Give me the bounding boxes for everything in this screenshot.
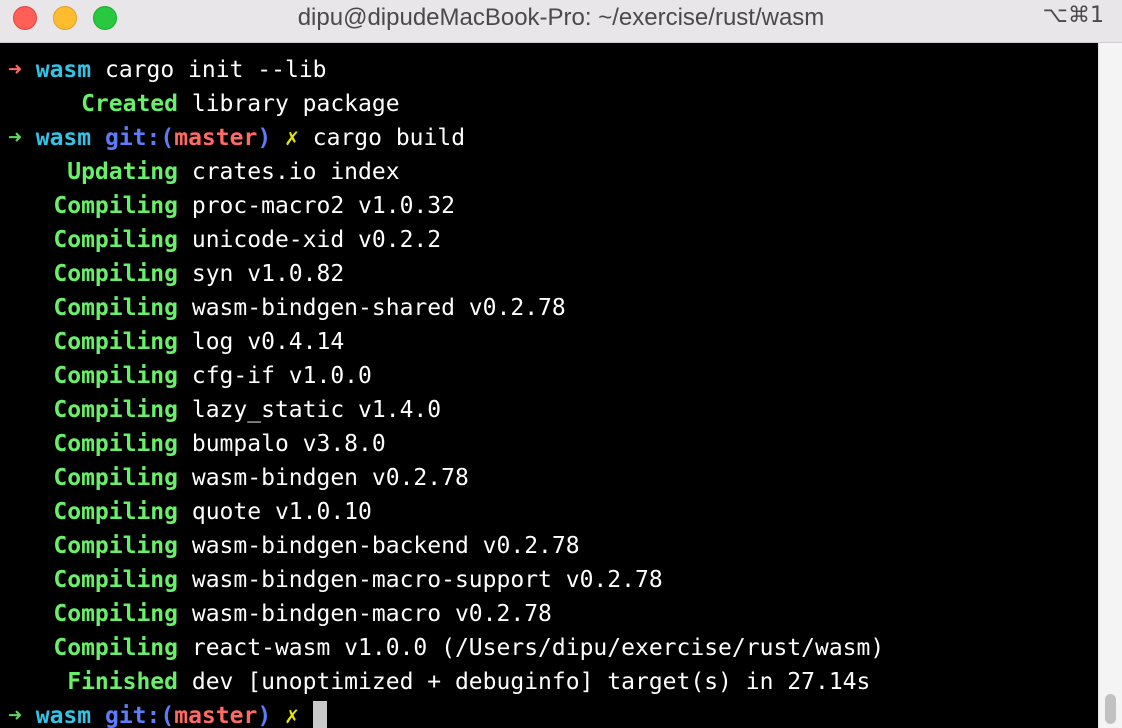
- output-status: Compiling: [53, 397, 178, 423]
- dirty-mark: ✗: [285, 125, 299, 151]
- output-text: unicode-xid v0.2.2: [191, 227, 442, 253]
- prompt-cwd: wasm: [35, 703, 92, 728]
- output-line: Compiling proc-macro2 v1.0.32: [8, 189, 455, 223]
- output-status: Compiling: [53, 295, 178, 321]
- output-text: quote v1.0.10: [191, 499, 372, 525]
- command-text: cargo build: [312, 125, 466, 151]
- terminal-output[interactable]: ➜ wasm cargo init --lib Created library …: [0, 43, 1098, 728]
- git-close: ): [257, 703, 272, 728]
- prompt-cwd: wasm: [35, 57, 92, 83]
- output-status: Compiling: [53, 635, 178, 661]
- output-line: Compiling bumpalo v3.8.0: [8, 427, 386, 461]
- output-text: syn v1.0.82: [191, 261, 345, 287]
- dirty-mark: ✗: [285, 703, 299, 728]
- vertical-scrollbar[interactable]: [1098, 43, 1122, 728]
- output-status: Compiling: [53, 567, 178, 593]
- output-status: Updating: [67, 159, 178, 185]
- output-text: dev [unoptimized + debuginfo] target(s) …: [191, 669, 871, 695]
- window-shortcut: ⌥⌘1: [1042, 3, 1104, 28]
- output-text: log v0.4.14: [191, 329, 345, 355]
- output-status: Compiling: [53, 431, 178, 457]
- output-status: Compiling: [53, 227, 178, 253]
- output-text: proc-macro2 v1.0.32: [191, 193, 455, 219]
- output-line: Compiling syn v1.0.82: [8, 257, 344, 291]
- output-text: crates.io index: [191, 159, 400, 185]
- output-text: bumpalo v3.8.0: [191, 431, 386, 457]
- output-line: Compiling wasm-bindgen-backend v0.2.78: [8, 529, 580, 563]
- output-line: Compiling wasm-bindgen-macro v0.2.78: [8, 597, 552, 631]
- git-label: git:(: [104, 125, 175, 151]
- output-line: Compiling unicode-xid v0.2.2: [8, 223, 441, 257]
- output-text: cfg-if v1.0.0: [191, 363, 372, 389]
- output-status: Compiling: [53, 499, 178, 525]
- window-title: dipu@dipudeMacBook-Pro: ~/exercise/rust/…: [297, 4, 825, 31]
- output-line: Compiling wasm-bindgen v0.2.78: [8, 461, 469, 495]
- prompt-arrow: ➜: [8, 125, 22, 151]
- output-line: Compiling log v0.4.14: [8, 325, 344, 359]
- output-status: Compiling: [53, 363, 178, 389]
- git-branch: master: [174, 703, 258, 728]
- output-text: react-wasm v1.0.0 (/Users/dipu/exercise/…: [191, 635, 885, 661]
- output-status: Compiling: [53, 465, 178, 491]
- output-line: Compiling wasm-bindgen-macro-support v0.…: [8, 563, 663, 597]
- output-line: Compiling react-wasm v1.0.0 (/Users/dipu…: [8, 631, 884, 665]
- prompt-arrow: ➜: [8, 703, 22, 728]
- output-status: Finished: [67, 669, 178, 695]
- output-text: library package: [191, 91, 400, 117]
- output-text: wasm-bindgen-backend v0.2.78: [191, 533, 580, 559]
- output-status: Compiling: [53, 193, 178, 219]
- prompt-arrow: ➜: [8, 57, 22, 83]
- output-text: wasm-bindgen v0.2.78: [191, 465, 469, 491]
- title-bar[interactable]: dipu@dipudeMacBook-Pro: ~/exercise/rust/…: [0, 0, 1122, 43]
- output-line: Compiling quote v1.0.10: [8, 495, 372, 529]
- terminal-window: dipu@dipudeMacBook-Pro: ~/exercise/rust/…: [0, 0, 1122, 728]
- output-line: Compiling wasm-bindgen-shared v0.2.78: [8, 291, 566, 325]
- prompt-line: ➜ wasm git:(master) ✗ cargo build: [8, 121, 465, 155]
- output-status: Compiling: [53, 533, 178, 559]
- output-line: Compiling lazy_static v1.4.0: [8, 393, 441, 427]
- output-text: lazy_static v1.4.0: [191, 397, 442, 423]
- output-text: wasm-bindgen-macro-support v0.2.78: [191, 567, 663, 593]
- output-status: Compiling: [53, 329, 178, 355]
- command-text: cargo init --lib: [104, 57, 327, 83]
- output-text: wasm-bindgen-macro v0.2.78: [191, 601, 552, 627]
- output-line: Finished dev [unoptimized + debuginfo] t…: [8, 665, 870, 699]
- prompt-line: ➜ wasm cargo init --lib: [8, 53, 327, 87]
- output-status: Compiling: [53, 261, 178, 287]
- git-label: git:(: [104, 703, 175, 728]
- prompt-cwd: wasm: [35, 125, 92, 151]
- output-line: Updating crates.io index: [8, 155, 400, 189]
- scrollbar-thumb[interactable]: [1105, 694, 1116, 724]
- git-close: ): [257, 125, 272, 151]
- git-branch: master: [174, 125, 258, 151]
- output-status: Compiling: [53, 601, 178, 627]
- output-line: Created library package: [8, 87, 400, 121]
- text-cursor: [312, 701, 327, 728]
- output-status: Created: [81, 91, 178, 117]
- prompt-line: ➜ wasm git:(master) ✗: [8, 699, 327, 728]
- output-text: wasm-bindgen-shared v0.2.78: [191, 295, 566, 321]
- output-line: Compiling cfg-if v1.0.0: [8, 359, 372, 393]
